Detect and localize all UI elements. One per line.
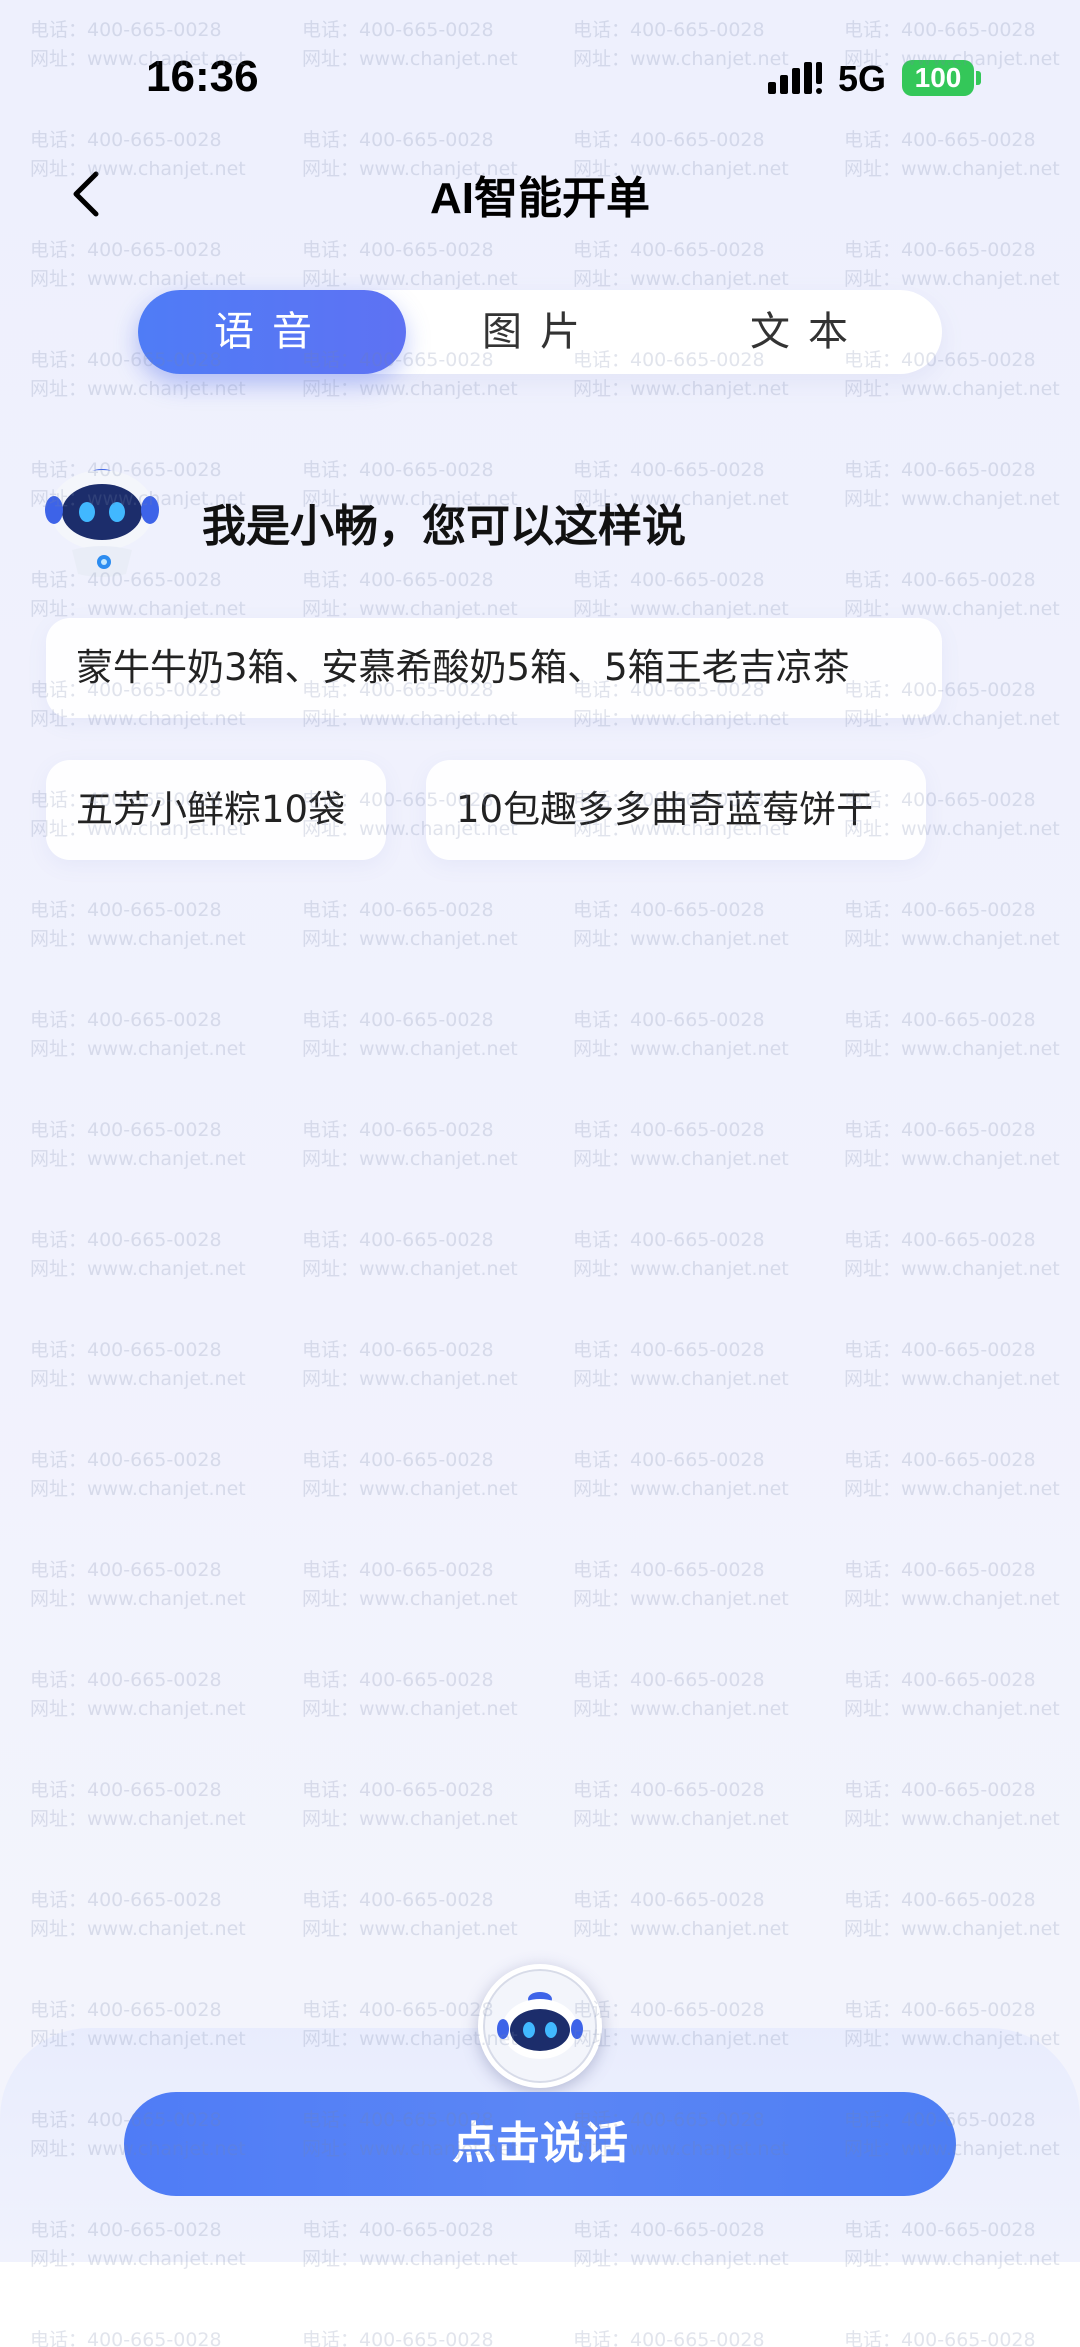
battery-icon: 100 — [902, 60, 974, 96]
page-title: AI智能开单 — [430, 174, 650, 223]
watermark-text: 电话：400-665-0028网址：www.chanjet.net — [302, 1229, 518, 1280]
watermark-text: 电话：400-665-0028网址：www.chanjet.net — [573, 1339, 789, 1390]
suggestion-chip[interactable]: 五芳小鲜粽10袋 — [46, 760, 386, 860]
watermark-text: 电话：400-665-0028网址：www.chanjet.net — [30, 1559, 246, 1610]
status-time: 16:36 — [146, 52, 259, 101]
watermark-text: 电话：400-665-0028网址：www.chanjet.net — [30, 899, 246, 950]
watermark-text: 电话：400-665-0028网址：www.chanjet.net — [573, 1009, 789, 1060]
watermark-text: 电话：400-665-0028网址：www.chanjet.net — [844, 1559, 1060, 1610]
watermark-text: 电话：400-665-0028网址：www.chanjet.net — [573, 239, 789, 290]
greeting-text: 我是小畅，您可以这样说 — [202, 502, 686, 551]
watermark-text: 电话：400-665-0028网址：www.chanjet.net — [844, 1889, 1060, 1940]
watermark-text: 电话：400-665-0028网址：www.chanjet.net — [30, 1889, 246, 1940]
watermark-text: 电话：400-665-0028网址：www.chanjet.net — [30, 1009, 246, 1060]
watermark-text: 电话：400-665-0028网址：www.chanjet.net — [844, 1669, 1060, 1720]
watermark-text: 电话：400-665-0028网址：www.chanjet.net — [844, 1449, 1060, 1500]
watermark-text: 电话：400-665-0028网址：www.chanjet.net — [30, 1339, 246, 1390]
watermark-text: 电话：400-665-0028网址：www.chanjet.net — [573, 1559, 789, 1610]
status-bar: 16:36 5G 100 — [0, 0, 1080, 150]
watermark-text: 电话：400-665-0028网址：www.chanjet.net — [30, 1119, 246, 1170]
tab-image[interactable]: 图片 — [406, 290, 674, 374]
talk-button[interactable]: 点击说话 — [124, 2092, 956, 2196]
tab-text[interactable]: 文本 — [674, 290, 942, 374]
watermark-text: 电话：400-665-0028网址：www.chanjet.net — [302, 1889, 518, 1940]
robot-icon — [45, 469, 159, 577]
watermark-text: 电话：400-665-0028网址：www.chanjet.net — [30, 239, 246, 290]
watermark-text: 电话：400-665-0028网址：www.chanjet.net — [302, 1119, 518, 1170]
watermark-text: 电话：400-665-0028网址：www.chanjet.net — [302, 1009, 518, 1060]
mode-tab-bar: 语音 图片 文本 — [138, 290, 942, 374]
watermark-text: 电话：400-665-0028网址：www.chanjet.net — [844, 899, 1060, 950]
watermark-text: 电话：400-665-0028网址：www.chanjet.net — [302, 569, 518, 620]
watermark-text: 电话：400-665-0028网址：www.chanjet.net — [844, 1779, 1060, 1830]
watermark-text: 电话：400-665-0028网址：www.chanjet.net — [302, 1559, 518, 1610]
watermark-text: 电话：400-665-0028网址：www.chanjet.net — [302, 899, 518, 950]
watermark-text: 电话：400-665-0028网址：www.chanjet.net — [30, 1449, 246, 1500]
watermark-text: 电话：400-665-0028网址：www.chanjet.net — [573, 1229, 789, 1280]
watermark-text: 电话：400-665-0028网址：www.chanjet.net — [573, 1449, 789, 1500]
watermark-text: 电话：400-665-0028网址：www.chanjet.net — [30, 1669, 246, 1720]
watermark-text: 电话：400-665-0028网址：www.chanjet.net — [573, 1669, 789, 1720]
watermark-text: 电话：400-665-0028网址：www.chanjet.net — [844, 459, 1060, 510]
watermark-text: 电话：400-665-0028网址：www.chanjet.net — [844, 1229, 1060, 1280]
watermark-text: 电话：400-665-0028网址：www.chanjet.net — [844, 1339, 1060, 1390]
watermark-text: 电话：400-665-0028网址：www.chanjet.net — [302, 1669, 518, 1720]
watermark-text: 电话：400-665-0028网址：www.chanjet.net — [573, 1119, 789, 1170]
watermark-text: 电话：400-665-0028网址：www.chanjet.net — [573, 1779, 789, 1830]
watermark-text: 电话：400-665-0028网址：www.chanjet.net — [302, 1779, 518, 1830]
watermark-text: 电话：400-665-0028网址：www.chanjet.net — [302, 239, 518, 290]
watermark-text: 电话：400-665-0028网址：www.chanjet.net — [573, 899, 789, 950]
watermark-text: 电话：400-665-0028网址：www.chanjet.net — [844, 239, 1060, 290]
watermark-text: 电话：400-665-0028网址：www.chanjet.net — [30, 1229, 246, 1280]
watermark-text: 电话：400-665-0028网址：www.chanjet.net — [302, 1339, 518, 1390]
watermark-text: 电话：400-665-0028网址：www.chanjet.net — [573, 569, 789, 620]
watermark-text: 电话：400-665-0028网址：www.chanjet.net — [30, 1779, 246, 1830]
watermark-text: 电话：400-665-0028网址：www.chanjet.net — [302, 1449, 518, 1500]
home-indicator-area — [0, 2262, 1080, 2347]
watermark-text: 电话：400-665-0028网址：www.chanjet.net — [844, 1009, 1060, 1060]
signal-icon — [768, 62, 822, 94]
watermark-text: 电话：400-665-0028网址：www.chanjet.net — [844, 1119, 1060, 1170]
suggestion-chip[interactable]: 蒙牛牛奶3箱、安慕希酸奶5箱、5箱王老吉凉茶 — [46, 618, 942, 718]
suggestion-chip[interactable]: 10包趣多多曲奇蓝莓饼干 — [426, 760, 926, 860]
voice-robot-button[interactable] — [478, 1964, 602, 2088]
watermark-text: 电话：400-665-0028网址：www.chanjet.net — [573, 1889, 789, 1940]
watermark-text: 电话：400-665-0028网址：www.chanjet.net — [844, 569, 1060, 620]
tab-voice[interactable]: 语音 — [138, 290, 406, 374]
robot-icon — [497, 1992, 583, 2059]
network-label: 5G — [838, 58, 887, 99]
battery-tip — [976, 71, 981, 85]
